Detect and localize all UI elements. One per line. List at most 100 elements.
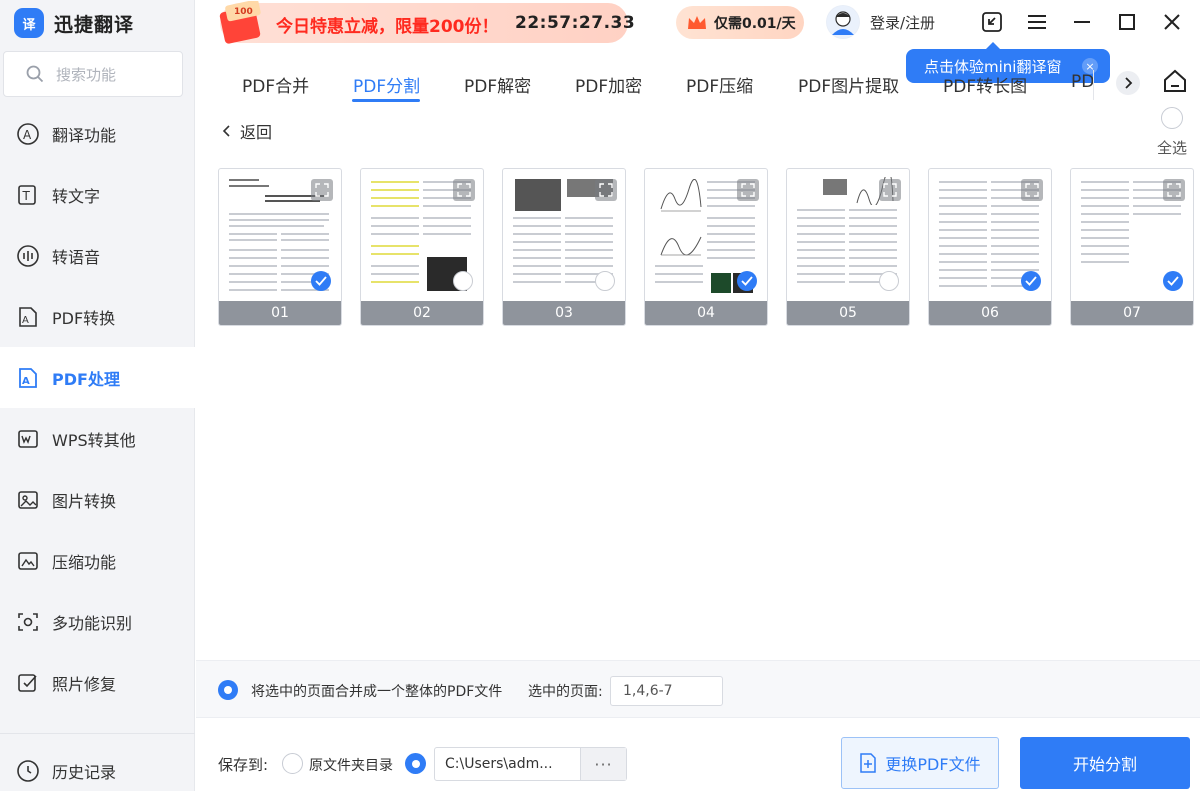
tab-pdf-split[interactable]: PDF分割 — [353, 72, 420, 97]
sidebar-item-text[interactable]: T 转文字 — [0, 164, 195, 225]
page-checkbox[interactable] — [311, 271, 331, 291]
login-label: 登录/注册 — [870, 13, 936, 32]
expand-icon — [315, 183, 329, 197]
page-thumbnail[interactable]: 03 — [502, 168, 626, 326]
sidebar-item-image[interactable]: 图片转换 — [0, 469, 195, 530]
minimize-icon — [1074, 21, 1090, 23]
page-thumbnail[interactable]: 07 — [1070, 168, 1194, 326]
menu-icon — [1028, 15, 1046, 29]
wps-icon — [16, 427, 40, 451]
page-checkbox[interactable] — [1021, 271, 1041, 291]
sidebar-item-translate[interactable]: A 翻译功能 — [0, 103, 195, 164]
original-dir-label: 原文件夹目录 — [309, 758, 393, 774]
promo-banner[interactable]: 100 今日特惠立减，限量200份！ 22:57:27.33 — [219, 1, 635, 44]
page-thumbnail[interactable]: 06 — [928, 168, 1052, 326]
expand-preview-button[interactable] — [879, 179, 901, 201]
tab-pdf-long-image[interactable]: PDF转长图 — [943, 72, 1027, 97]
svg-text:A: A — [23, 128, 32, 142]
home-icon[interactable] — [1162, 68, 1188, 94]
compress-icon — [16, 549, 40, 573]
vip-price-badge[interactable]: 仅需0.01/天 — [676, 6, 804, 39]
mini-window-icon — [982, 12, 1002, 32]
tab-pdf-decrypt[interactable]: PDF解密 — [464, 72, 531, 97]
sidebar-item-pdf-convert[interactable]: A PDF转换 — [0, 286, 195, 347]
active-tab-indicator — [352, 99, 420, 102]
page-thumbnail[interactable]: 02 — [360, 168, 484, 326]
custom-dir-radio[interactable] — [405, 753, 426, 774]
tab-pdf-compress[interactable]: PDF压缩 — [686, 72, 753, 97]
page-checkbox[interactable] — [879, 271, 899, 291]
close-button[interactable] — [1158, 8, 1186, 36]
expand-preview-button[interactable] — [453, 179, 475, 201]
minimize-button[interactable] — [1068, 8, 1096, 36]
sidebar-item-recognize[interactable]: 多功能识别 — [0, 591, 195, 652]
promo-badge: 100 — [234, 7, 253, 17]
tab-more[interactable]: PD — [1071, 72, 1094, 92]
merge-selected-radio[interactable] — [218, 680, 238, 700]
tab-pdf-image-extract[interactable]: PDF图片提取 — [798, 72, 899, 97]
logo-icon: 译 — [14, 8, 44, 38]
sidebar-nav: A 翻译功能 T 转文字 转语音 A PDF转换 A PDF处理 WPS转其他 … — [0, 103, 195, 713]
save-to-label: 保存到: — [218, 756, 269, 774]
page-checkbox[interactable] — [453, 271, 473, 291]
tab-pdf-encrypt[interactable]: PDF加密 — [575, 72, 642, 97]
expand-preview-button[interactable] — [737, 179, 759, 201]
page-thumbnail[interactable]: 05 — [786, 168, 910, 326]
user-avatar-icon — [827, 6, 859, 38]
expand-preview-button[interactable] — [1021, 179, 1043, 201]
sidebar-item-label: WPS转其他 — [52, 430, 136, 450]
history-label: 历史记录 — [52, 762, 117, 782]
back-button[interactable]: 返回 — [222, 119, 272, 143]
divider — [1093, 70, 1094, 100]
expand-icon — [883, 183, 897, 197]
sidebar-item-wps[interactable]: WPS转其他 — [0, 408, 195, 469]
page-checkbox[interactable] — [595, 271, 615, 291]
selected-pages-input[interactable]: 1,4,6-7 — [610, 676, 723, 706]
maximize-button[interactable] — [1113, 8, 1141, 36]
original-dir-radio[interactable] — [282, 753, 303, 774]
check-icon — [315, 276, 327, 286]
page-thumbnail[interactable]: 01 — [218, 168, 342, 326]
tab-pdf-merge[interactable]: PDF合并 — [242, 72, 309, 97]
sidebar-item-photo-repair[interactable]: 照片修复 — [0, 652, 195, 713]
change-pdf-button[interactable]: 更换PDF文件 — [841, 737, 999, 789]
browse-button[interactable]: ··· — [580, 748, 626, 780]
menu-button[interactable] — [1023, 8, 1051, 36]
start-split-button[interactable]: 开始分割 — [1020, 737, 1190, 789]
mini-window-button[interactable] — [978, 8, 1006, 36]
price-text: 仅需0.01/天 — [714, 15, 796, 32]
sidebar-item-label: 照片修复 — [52, 674, 117, 694]
expand-icon — [741, 183, 755, 197]
tabs-next-button[interactable] — [1116, 71, 1140, 95]
tool-tabs: PDF合并 PDF分割 PDF解密 PDF加密 PDF压缩 PDF图片提取 PD… — [196, 62, 1096, 102]
page-number: 06 — [929, 301, 1051, 325]
sidebar-item-label: 多功能识别 — [52, 613, 133, 633]
sidebar-item-history[interactable]: 历史记录 — [0, 740, 195, 791]
expand-icon — [1025, 183, 1039, 197]
login-button[interactable]: 登录/注册 — [826, 5, 935, 39]
page-thumbnail[interactable]: 04 — [644, 168, 768, 326]
search-input[interactable]: 搜索功能 — [3, 51, 183, 97]
sidebar-item-pdf-process[interactable]: A PDF处理 — [0, 347, 195, 408]
output-path-text: C:\Users\adm... — [445, 756, 553, 772]
expand-preview-button[interactable] — [311, 179, 333, 201]
sidebar-item-compress[interactable]: 压缩功能 — [0, 530, 195, 591]
text-convert-icon: T — [16, 183, 40, 207]
select-all-toggle[interactable]: 全选 — [1152, 107, 1192, 158]
sidebar-item-voice[interactable]: 转语音 — [0, 225, 195, 286]
svg-text:A: A — [22, 315, 29, 326]
expand-preview-button[interactable] — [595, 179, 617, 201]
output-path-field[interactable]: C:\Users\adm... ··· — [434, 747, 627, 781]
promo-text: 今日特惠立减，限量200份！ — [276, 17, 499, 37]
expand-preview-button[interactable] — [1163, 179, 1185, 201]
chevron-left-icon — [222, 125, 230, 137]
select-all-radio[interactable] — [1161, 107, 1183, 129]
page-checkbox[interactable] — [1163, 271, 1183, 291]
sidebar: 译 迅捷翻译 搜索功能 A 翻译功能 T 转文字 转语音 A PDF转换 A P… — [0, 0, 195, 791]
expand-icon — [599, 183, 613, 197]
back-label: 返回 — [240, 123, 273, 142]
photo-repair-icon — [16, 671, 40, 695]
figure-chart — [660, 236, 702, 256]
avatar — [826, 5, 860, 39]
page-checkbox[interactable] — [737, 271, 757, 291]
